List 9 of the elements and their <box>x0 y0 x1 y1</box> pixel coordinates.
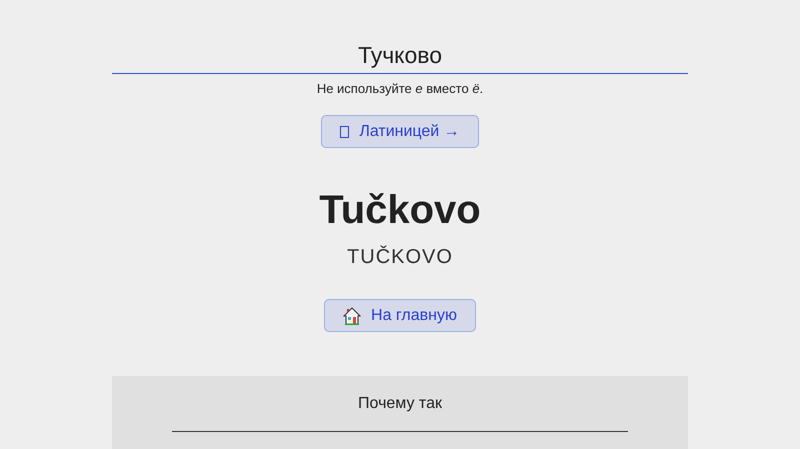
hint-text: Не используйте е вместо ё. <box>316 81 484 96</box>
result-uppercase: TUČKOVO <box>347 246 453 269</box>
home-button[interactable]: На главную <box>324 299 476 332</box>
transliterate-button[interactable]: Латиницей → <box>321 115 479 148</box>
input-field[interactable]: Тучково <box>112 42 688 74</box>
result-title: Tučkovo <box>319 187 481 234</box>
house-icon <box>343 306 362 324</box>
panel-title: Почему так <box>358 395 442 413</box>
box-icon <box>340 126 350 138</box>
